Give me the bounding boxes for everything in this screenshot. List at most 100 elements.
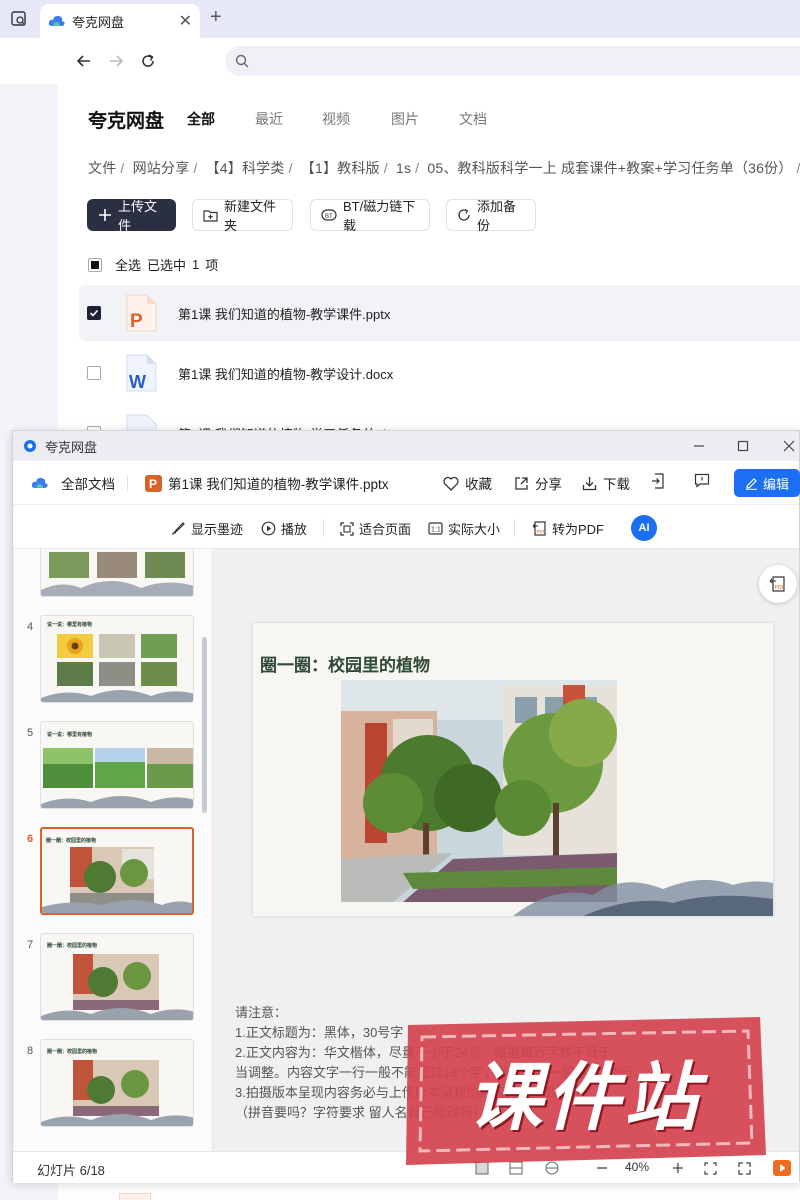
favorite-button[interactable]: 收藏 xyxy=(443,473,492,493)
address-bar[interactable] xyxy=(225,46,800,76)
campus-photo-image xyxy=(341,680,773,916)
select-all-checkbox[interactable] xyxy=(88,257,102,272)
reload-icon[interactable] xyxy=(137,50,159,72)
fit-page-icon xyxy=(340,521,354,536)
tab-recent[interactable]: 最近 xyxy=(255,109,283,129)
breadcrumb-item[interactable]: 【1】教科版 xyxy=(301,160,380,176)
pptx-file-icon: P xyxy=(125,294,157,332)
forward-arrow-icon[interactable] xyxy=(105,50,127,72)
breadcrumb-item[interactable]: 1s xyxy=(396,160,411,176)
breadcrumb-item[interactable]: 05、教科版科学一上 成套课件+教案+学习任务单（36份） xyxy=(427,160,792,176)
bt-download-button[interactable]: BT BT/磁力链下载 xyxy=(310,199,430,233)
slide-thumbnail[interactable]: 说一说：哪里有植物 xyxy=(40,721,194,809)
svg-text:P: P xyxy=(149,477,157,491)
download-button[interactable]: 下载 xyxy=(582,473,630,493)
viewer-title-bar: 夸克网盘 xyxy=(13,431,799,461)
breadcrumb: 文件 / 网站分享 / 【4】科学类 / 【1】教科版/ 1s/ 05、教科版科学一上… xyxy=(88,160,800,176)
file-row[interactable]: W 第1课 我们知道的植物-教学设计.docx xyxy=(79,345,800,401)
thumbnail-scrollbar[interactable] xyxy=(202,637,207,813)
slide-number: 5 xyxy=(27,727,34,739)
share-icon xyxy=(514,476,529,491)
play-icon xyxy=(261,521,276,536)
tab-document[interactable]: 文档 xyxy=(459,109,487,129)
maximize-icon[interactable] xyxy=(733,436,753,456)
select-all-row: 全选 已选中 1 项 xyxy=(88,255,218,274)
minimize-icon[interactable] xyxy=(689,436,709,456)
file-checkbox[interactable] xyxy=(87,306,101,320)
watermark-stamp: 课件站 xyxy=(400,1015,770,1167)
actual-size-icon: 1:1 xyxy=(428,522,443,535)
file-checkbox[interactable] xyxy=(87,366,101,380)
all-documents-link[interactable]: 全部文档 xyxy=(31,473,115,493)
download-icon xyxy=(582,476,597,491)
pdf-float-button[interactable]: PDF xyxy=(759,565,797,603)
close-icon[interactable] xyxy=(779,436,799,456)
new-tab-button[interactable]: + xyxy=(210,6,222,29)
play-button[interactable]: 播放 xyxy=(261,519,307,538)
toolbar-divider xyxy=(323,519,324,537)
slide-thumbnail[interactable]: 说一说：哪里有植物 xyxy=(40,615,194,703)
file-row[interactable]: P 第1课 我们知道的植物-教学课件.pptx xyxy=(79,285,800,341)
tab-quark-drive[interactable]: 夸克网盘 ✕ xyxy=(40,4,200,38)
toolbar-divider xyxy=(514,519,515,537)
export-icon[interactable] xyxy=(651,473,665,489)
slide-thumbnail[interactable]: 圈一圈：校园里的植物 xyxy=(40,1039,194,1127)
fit-page-button[interactable]: 适合页面 xyxy=(340,519,411,538)
tab-search-icon[interactable] xyxy=(8,8,30,30)
breadcrumb-item[interactable]: 【4】科学类 xyxy=(206,160,285,176)
ai-assistant-button[interactable]: AI xyxy=(631,515,657,541)
watermark-text: 课件站 xyxy=(468,1055,702,1139)
edit-button[interactable]: 编辑 xyxy=(734,469,800,497)
tab-video[interactable]: 视频 xyxy=(322,109,350,129)
bt-magnet-icon: BT xyxy=(321,208,337,222)
add-backup-button[interactable]: 添加备份 xyxy=(446,199,536,233)
slide-thumbnail[interactable] xyxy=(40,549,194,597)
file-name[interactable]: 第1课 我们知道的植物-教学设计.docx xyxy=(178,364,393,383)
slide-number: 6 xyxy=(27,833,34,845)
svg-text:1:1: 1:1 xyxy=(431,527,441,534)
docx-file-icon: W xyxy=(125,354,157,392)
tab-image[interactable]: 图片 xyxy=(391,109,419,129)
back-arrow-icon[interactable] xyxy=(73,50,95,72)
slide-counter: 幻灯片 6/18 xyxy=(37,1163,105,1178)
slide-thumbnail-current[interactable]: 圈一圈：校园里的植物 xyxy=(40,827,194,915)
comment-icon[interactable] xyxy=(694,473,710,488)
convert-to-pdf-button[interactable]: PDF 转为PDF xyxy=(532,519,604,538)
tab-all[interactable]: 全部 xyxy=(187,109,215,129)
quark-logo-icon xyxy=(24,440,36,452)
pptx-badge-icon: P xyxy=(145,474,162,492)
current-slide: 圈一圈：校园里的植物 xyxy=(253,623,773,916)
browser-nav-bar xyxy=(0,38,800,84)
share-button[interactable]: 分享 xyxy=(514,473,562,493)
tab-close-icon[interactable]: ✕ xyxy=(179,11,192,31)
pen-icon xyxy=(745,477,758,490)
search-icon xyxy=(235,54,249,68)
select-all-label[interactable]: 全选 xyxy=(115,255,141,274)
show-ink-button[interactable]: 显示墨迹 xyxy=(171,519,243,538)
browser-tab-bar: 夸克网盘 ✕ + xyxy=(0,0,800,38)
upload-button[interactable]: 上传文件 xyxy=(87,199,176,233)
folder-plus-icon xyxy=(203,209,218,222)
quark-cloud-icon xyxy=(48,15,65,26)
selected-count: 1 xyxy=(192,257,200,272)
viewer-file-title: P 第1课 我们知道的植物-教学课件.pptx xyxy=(145,473,389,493)
breadcrumb-item[interactable]: 网站分享 xyxy=(133,160,190,176)
new-folder-button[interactable]: 新建文件夹 xyxy=(192,199,293,233)
slide-number: 8 xyxy=(27,1045,34,1057)
pdf-convert-icon: PDF xyxy=(532,521,547,536)
tab-title: 夸克网盘 xyxy=(72,14,125,30)
svg-text:P: P xyxy=(130,311,143,332)
viewer-header: 全部文档 P 第1课 我们知道的植物-教学课件.pptx 收藏 分享 下载 编辑 xyxy=(13,461,800,505)
svg-text:BT: BT xyxy=(325,214,333,220)
svg-text:PDF: PDF xyxy=(775,585,785,591)
pptx-file-icon-peek xyxy=(119,1193,151,1200)
pdf-convert-icon: PDF xyxy=(769,576,785,592)
slideshow-play-icon[interactable] xyxy=(773,1159,791,1177)
breadcrumb-item[interactable]: 文件 xyxy=(88,160,116,176)
file-name[interactable]: 第1课 我们知道的植物-教学课件.pptx xyxy=(178,304,390,323)
slide-number: 4 xyxy=(27,621,34,633)
heart-icon xyxy=(443,476,459,491)
plus-icon xyxy=(98,208,112,222)
actual-size-button[interactable]: 1:1 实际大小 xyxy=(428,519,500,538)
slide-thumbnail[interactable]: 圈一圈：校园里的植物 xyxy=(40,933,194,1021)
